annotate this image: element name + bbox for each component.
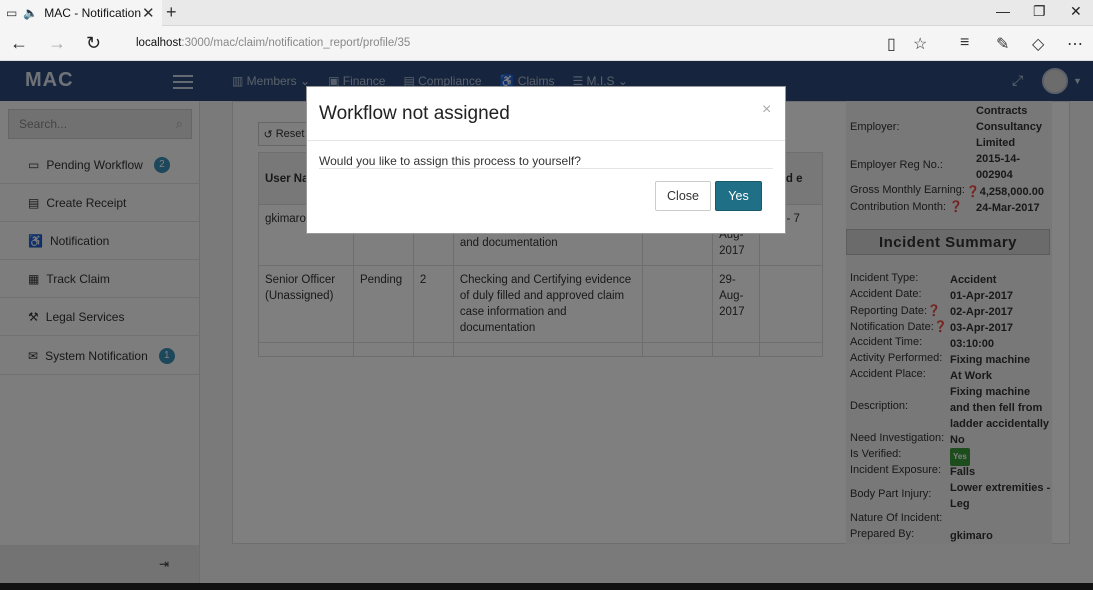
- browser-tab-bar: ▭ 🔈 MAC - Notification ✕ + — ❐ ✕: [0, 0, 1093, 26]
- workflow-modal: Workflow not assigned × Would you like t…: [306, 86, 786, 234]
- more-icon[interactable]: ⋯: [1067, 34, 1083, 54]
- tab-title: MAC - Notification: [44, 6, 141, 20]
- modal-divider: [319, 168, 773, 169]
- web-note-icon[interactable]: ✎: [996, 34, 1009, 54]
- url-field[interactable]: localhost:3000/mac/claim/notification_re…: [136, 37, 410, 49]
- tab-audio-icon[interactable]: 🔈: [23, 6, 38, 20]
- url-path: :3000/mac/claim/notification_report/prof…: [181, 37, 411, 49]
- hub-icon[interactable]: ≡: [960, 34, 969, 52]
- modal-message: Would you like to assign this process to…: [319, 154, 581, 168]
- yes-button[interactable]: Yes: [715, 181, 762, 211]
- address-bar: ← → ↻ localhost:3000/mac/claim/notificat…: [0, 26, 1093, 61]
- restore-icon[interactable]: ❐: [1033, 3, 1046, 20]
- modal-title: Workflow not assigned: [319, 103, 510, 124]
- minimize-icon[interactable]: —: [996, 3, 1010, 19]
- window-close-icon[interactable]: ✕: [1070, 3, 1082, 20]
- tab-close-icon[interactable]: ✕: [142, 4, 155, 22]
- new-tab-icon[interactable]: +: [166, 2, 177, 23]
- reading-view-icon[interactable]: ▯: [887, 34, 896, 54]
- os-taskbar: [0, 583, 1093, 590]
- url-host: localhost: [136, 37, 182, 49]
- tab-page-icon: ▭: [6, 6, 18, 20]
- share-icon[interactable]: ◇: [1032, 34, 1044, 54]
- close-button[interactable]: Close: [655, 181, 711, 211]
- favorite-star-icon[interactable]: ☆: [913, 34, 927, 54]
- modal-close-icon[interactable]: ×: [762, 101, 771, 119]
- forward-icon[interactable]: →: [48, 33, 66, 54]
- back-icon[interactable]: ←: [10, 33, 28, 54]
- browser-tab[interactable]: ▭ 🔈 MAC - Notification ✕: [0, 0, 162, 26]
- refresh-icon[interactable]: ↻: [86, 33, 101, 54]
- modal-divider: [307, 140, 785, 141]
